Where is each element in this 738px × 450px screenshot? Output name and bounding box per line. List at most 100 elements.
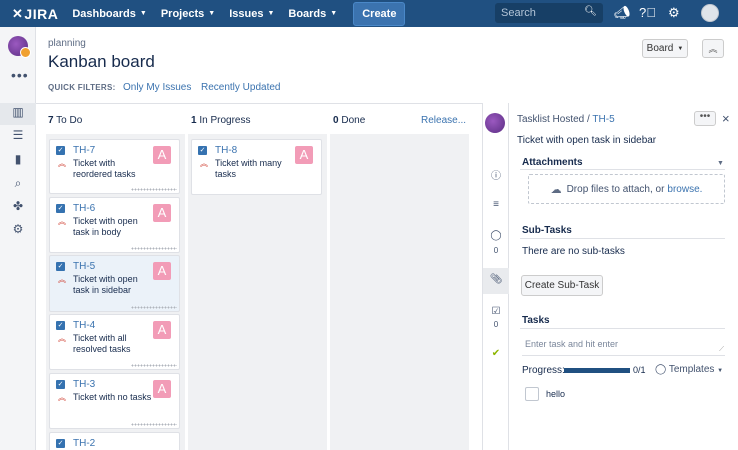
drag-handle[interactable] (131, 188, 177, 191)
drag-handle[interactable] (131, 423, 177, 426)
breadcrumb[interactable]: planning (48, 38, 86, 49)
task-input[interactable]: Enter task and hit enter ⟋ (522, 333, 725, 356)
nav-dashboards[interactable]: Dashboards ▼ (72, 8, 147, 20)
detail-summary: Ticket with open task in sidebar (517, 135, 657, 146)
issues-icon[interactable]: ⌕ (11, 176, 25, 190)
nav-projects[interactable]: Projects ▼ (161, 8, 215, 20)
chevron-down-icon[interactable]: ▼ (717, 160, 724, 167)
info-icon[interactable]: ⓘ (489, 167, 503, 182)
help-icon[interactable]: ?⃝ (639, 5, 656, 20)
issue-card[interactable]: ✓ TH-7 ︽ Ticket with reordered tasks A (49, 139, 180, 194)
assignee-avatar[interactable]: A (153, 321, 171, 339)
column-header-done: 0 Done (333, 115, 366, 126)
filter-recently-updated[interactable]: Recently Updated (201, 82, 281, 93)
board-menu-button[interactable]: Board ▼ (642, 39, 688, 58)
progress-bar (564, 368, 630, 373)
issue-key[interactable]: TH-3 (73, 379, 95, 390)
create-subtask-button[interactable]: Create Sub-Task (521, 275, 603, 296)
more-actions-button[interactable]: ••• (694, 111, 716, 126)
project-avatar[interactable] (8, 36, 31, 58)
megaphone-icon[interactable]: 📣︎ (614, 5, 631, 21)
task-type-icon: ✓ (56, 262, 65, 271)
issue-key[interactable]: TH-7 (73, 145, 95, 156)
chevron-down-icon: ▼ (717, 368, 724, 374)
no-subtasks-text: There are no sub-tasks (522, 246, 625, 257)
comment-icon[interactable]: ◯ (489, 230, 503, 241)
collapse-header-button[interactable]: ︽ (702, 39, 724, 58)
issue-key[interactable]: TH-6 (73, 203, 95, 214)
task-checkbox[interactable] (525, 387, 539, 401)
issue-card-selected[interactable]: ✓ TH-5 ︽ Ticket with open task in sideba… (49, 255, 180, 312)
issue-card[interactable]: ✓ TH-6 ︽ Ticket with open task in body A (49, 197, 180, 253)
description-icon[interactable]: ≡ (489, 199, 503, 210)
progress-fill (564, 368, 630, 373)
issue-card[interactable]: ✓ TH-4 ︽ Ticket with all resolved tasks … (49, 314, 180, 370)
nav-boards[interactable]: Boards ▼ (288, 8, 337, 20)
attachment-icon[interactable]: 📎︎ (489, 274, 503, 285)
divider (520, 328, 725, 329)
close-icon[interactable]: × (722, 111, 730, 126)
chevrons-up-icon: ︽ (708, 44, 718, 54)
release-link[interactable]: Release... (421, 115, 466, 126)
issue-key-link[interactable]: TH-5 (592, 114, 614, 125)
task-type-icon: ✓ (56, 380, 65, 389)
jira-logo[interactable]: ✕ JIRA (12, 6, 58, 22)
attachments-title: Attachments (522, 157, 583, 168)
checklist-count: 0 (493, 320, 499, 329)
drag-handle[interactable] (131, 306, 177, 309)
reports-icon[interactable]: ▮ (11, 152, 25, 166)
drag-handle[interactable] (131, 364, 177, 367)
addons-icon[interactable]: ✤ (11, 199, 25, 213)
filter-only-my-issues[interactable]: Only My Issues (123, 82, 191, 93)
drag-handle[interactable] (131, 247, 177, 250)
cloud-upload-icon: ☁ (550, 183, 562, 196)
status-check-icon[interactable]: ✔ (489, 348, 503, 359)
issue-card[interactable]: ✓ TH-8 ︽ Ticket with many tasks A (191, 139, 322, 195)
create-button[interactable]: Create (353, 1, 406, 26)
issue-summary: Ticket with open task in body (73, 216, 138, 237)
task-type-icon: ✓ (56, 439, 65, 448)
templates-dropdown[interactable]: ◯ Templates ▼ (655, 364, 723, 375)
assignee-avatar[interactable]: A (153, 262, 171, 280)
issue-key[interactable]: TH-2 (73, 438, 95, 449)
assignee-avatar[interactable]: A (153, 204, 171, 222)
settings-icon[interactable]: ⚙︎ (11, 222, 25, 236)
issue-card[interactable]: ✓ TH-2 (49, 432, 180, 450)
issue-summary: Ticket with all resolved tasks (73, 333, 131, 354)
browse-link[interactable]: browse. (667, 184, 702, 195)
chevron-down-icon: ▼ (677, 45, 684, 52)
board-icon[interactable]: ▥ (11, 105, 25, 119)
issue-key[interactable]: TH-4 (73, 320, 95, 331)
assignee-avatar[interactable]: A (153, 380, 171, 398)
priority-highest-icon: ︽ (58, 217, 66, 226)
divider (36, 103, 482, 104)
nav-issues[interactable]: Issues ▼ (229, 8, 274, 20)
checklist-icon[interactable]: ☑ (489, 306, 503, 317)
issue-summary: Ticket with open task in sidebar (73, 274, 138, 295)
task-item-text[interactable]: hello (546, 389, 565, 399)
search-input[interactable]: Search 🔍︎ (495, 3, 603, 23)
attachment-dropzone[interactable]: ☁ Drop files to attach, or browse. (528, 174, 725, 204)
task-type-icon: ✓ (56, 321, 65, 330)
task-type-icon: ✓ (198, 146, 207, 155)
divider (520, 238, 725, 239)
task-type-icon: ✓ (56, 204, 65, 213)
comment-bubble-icon: ◯ (655, 364, 667, 375)
comment-count: 0 (493, 246, 499, 255)
assignee-avatar[interactable]: A (295, 146, 313, 164)
task-type-icon: ✓ (56, 146, 65, 155)
issue-key[interactable]: TH-5 (73, 261, 95, 272)
backlog-icon[interactable]: ☰ (11, 128, 25, 142)
user-avatar[interactable] (701, 4, 719, 22)
subtasks-title: Sub-Tasks (522, 225, 572, 236)
issue-card[interactable]: ✓ TH-3 ︽ Ticket with no tasks A (49, 373, 180, 429)
column-header-todo: 7 To Do (48, 115, 83, 126)
more-icon[interactable]: ••• (11, 67, 29, 83)
issue-key[interactable]: TH-8 (215, 145, 237, 156)
assignee-avatar[interactable]: A (153, 146, 171, 164)
gear-icon[interactable]: ⚙︎ (668, 5, 680, 21)
resize-handle-icon[interactable]: ⟋ (719, 346, 724, 354)
quick-filters-label: QUICK FILTERS: (48, 83, 116, 92)
project-sidebar: ••• ▥ ☰ ▮ ⌕ ✤ ⚙︎ (0, 27, 36, 450)
project-avatar[interactable] (485, 113, 505, 133)
